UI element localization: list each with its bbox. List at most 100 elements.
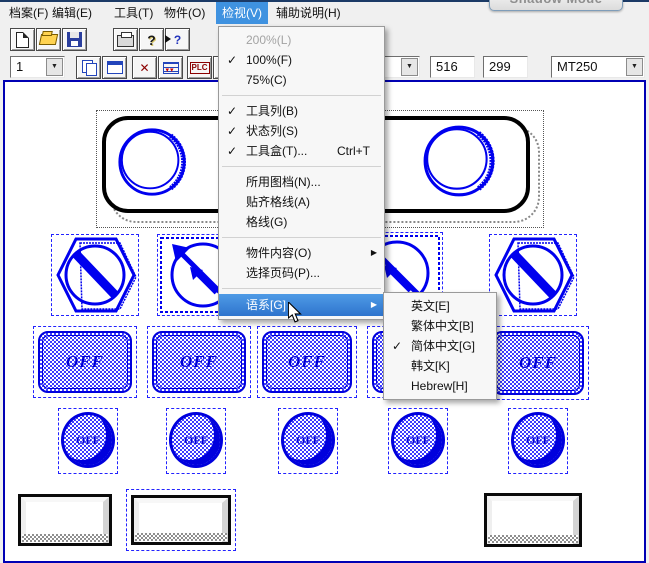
menu-separator: [222, 288, 381, 289]
off-label: OFF: [406, 433, 430, 448]
off-label: OFF: [180, 352, 218, 372]
menu-item-used-pictures[interactable]: 所用图档(N)...: [219, 172, 384, 192]
menu-separator: [222, 95, 381, 96]
menu-item-label: 所用图档(N)...: [246, 175, 321, 189]
menu-item-label: 韩文[K]: [411, 359, 450, 373]
menu-item-grid[interactable]: 格线(G): [219, 212, 384, 232]
window-properties-button[interactable]: [102, 56, 127, 79]
y-coordinate-field[interactable]: 299: [483, 56, 528, 78]
menu-item-zoom200: 200%(L): [219, 30, 384, 50]
off-round-button[interactable]: OFF: [278, 408, 338, 474]
menu-item-label: 简体中文[G]: [411, 339, 475, 353]
off-rect-button[interactable]: OFF: [33, 326, 137, 398]
menu-help[interactable]: 辅助说明(H): [270, 2, 347, 24]
context-help-icon: ?: [174, 33, 181, 47]
menu-item-statusbar[interactable]: 状态列(S): [219, 121, 384, 141]
menu-item-label: 繁体中文[B]: [411, 319, 474, 333]
shadow-mode-button[interactable]: Shadow Mode: [489, 0, 623, 11]
cut-marked-button[interactable]: ✕: [132, 56, 157, 79]
off-round-button[interactable]: OFF: [58, 408, 118, 474]
chevron-down-icon[interactable]: ▼: [46, 58, 63, 76]
menu-item-snap-grid[interactable]: 贴齐格线(A): [219, 192, 384, 212]
submenu-item-korean[interactable]: 韩文[K]: [384, 356, 496, 376]
check-icon: [227, 121, 237, 141]
copy-object-button[interactable]: [76, 56, 101, 79]
copy-icon: [82, 60, 96, 75]
context-help-button[interactable]: ?: [165, 28, 190, 51]
check-icon: [227, 101, 237, 121]
off-label: OFF: [184, 433, 208, 448]
menu-separator: [222, 237, 381, 238]
menu-view[interactable]: 检视(V): [216, 2, 268, 24]
submenu-arrow-icon: [371, 243, 377, 263]
menu-item-label: 贴齐格线(A): [246, 195, 310, 209]
hex-screw-object[interactable]: [489, 234, 577, 316]
off-rect-button[interactable]: OFF: [147, 326, 251, 398]
x-coordinate-field[interactable]: 516: [430, 56, 475, 78]
plc-icon: PLC: [190, 62, 210, 74]
submenu-item-traditional-chinese[interactable]: 繁体中文[B]: [384, 316, 496, 336]
window-icon: [107, 61, 123, 74]
menu-item-object-content[interactable]: 物件内容(O): [219, 243, 384, 263]
model-selector[interactable]: MT250 ▼: [551, 56, 645, 78]
off-label: OFF: [288, 352, 326, 372]
plc-address-button[interactable]: PLC: [187, 56, 212, 79]
bevel-plate: [131, 495, 231, 545]
cut-x-icon: ✕: [139, 62, 149, 74]
menu-item-select-page[interactable]: 选择页码(P)...: [219, 263, 384, 283]
bevel-plate-selected[interactable]: [126, 489, 236, 551]
submenu-item-simplified-chinese[interactable]: 简体中文[G]: [384, 336, 496, 356]
off-label: OFF: [296, 433, 320, 448]
bevel-plate[interactable]: [18, 494, 112, 546]
page-selector[interactable]: 1 ▼: [10, 56, 65, 78]
submenu-item-english[interactable]: 英文[E]: [384, 296, 496, 316]
pilot-lamp[interactable]: [115, 122, 193, 202]
check-icon: [227, 50, 237, 70]
off-rect-button[interactable]: OFF: [257, 326, 357, 398]
open-button[interactable]: [36, 28, 61, 51]
print-button[interactable]: [113, 28, 138, 51]
new-document-button[interactable]: [10, 28, 35, 51]
submenu-item-hebrew[interactable]: Hebrew[H]: [384, 376, 496, 396]
open-folder-icon: [39, 34, 58, 45]
bevel-plate[interactable]: [484, 493, 582, 547]
menu-tools[interactable]: 工具(T): [108, 2, 159, 24]
menu-item-toolbox[interactable]: 工具盒(T)... Ctrl+T: [219, 141, 384, 161]
menu-item-label: 工具盒(T)...: [246, 144, 307, 158]
menu-shortcut: Ctrl+T: [337, 141, 370, 161]
off-round-button[interactable]: OFF: [388, 408, 448, 474]
hex-screw-object[interactable]: [51, 234, 139, 316]
chevron-down-icon[interactable]: ▼: [401, 58, 418, 76]
off-round-button[interactable]: OFF: [166, 408, 226, 474]
off-round-button[interactable]: OFF: [508, 408, 568, 474]
off-label: OFF: [519, 353, 557, 373]
print-icon: [117, 35, 134, 47]
menu-item-toolbar[interactable]: 工具列(B): [219, 101, 384, 121]
grid-table-button[interactable]: [158, 56, 183, 79]
check-icon: [392, 336, 402, 356]
mouse-cursor-icon: [288, 302, 302, 323]
menu-separator: [222, 166, 381, 167]
menu-item-label: 工具列(B): [246, 104, 298, 118]
chevron-down-icon[interactable]: ▼: [626, 58, 643, 76]
menu-edit[interactable]: 编辑(E): [46, 2, 98, 24]
menu-item-label: 英文[E]: [411, 299, 450, 313]
page-selector-value: 1: [16, 59, 23, 74]
hex-screw-icon: [490, 235, 576, 315]
model-selector-value: MT250: [557, 59, 597, 74]
pilot-lamp[interactable]: [420, 120, 502, 202]
menu-item-label: 200%(L): [246, 33, 291, 47]
off-rect-button[interactable]: OFF: [487, 326, 589, 400]
app-window: Shadow Mode 档案(F) 编辑(E) 工具(T) 物件(O) 检视(V…: [0, 0, 649, 563]
menu-item-label: 100%(F): [246, 53, 292, 67]
language-submenu-panel: 英文[E] 繁体中文[B] 简体中文[G] 韩文[K] Hebrew[H]: [383, 292, 497, 400]
menu-item-zoom100[interactable]: 100%(F): [219, 50, 384, 70]
check-icon: [227, 141, 237, 161]
save-button[interactable]: [62, 28, 87, 51]
off-label: OFF: [526, 433, 550, 448]
menu-object[interactable]: 物件(O): [158, 2, 211, 24]
help-button[interactable]: ?: [139, 28, 164, 51]
submenu-arrow-icon: [371, 294, 377, 316]
menu-item-zoom75[interactable]: 75%(C): [219, 70, 384, 90]
menu-item-label: 选择页码(P)...: [246, 266, 320, 280]
